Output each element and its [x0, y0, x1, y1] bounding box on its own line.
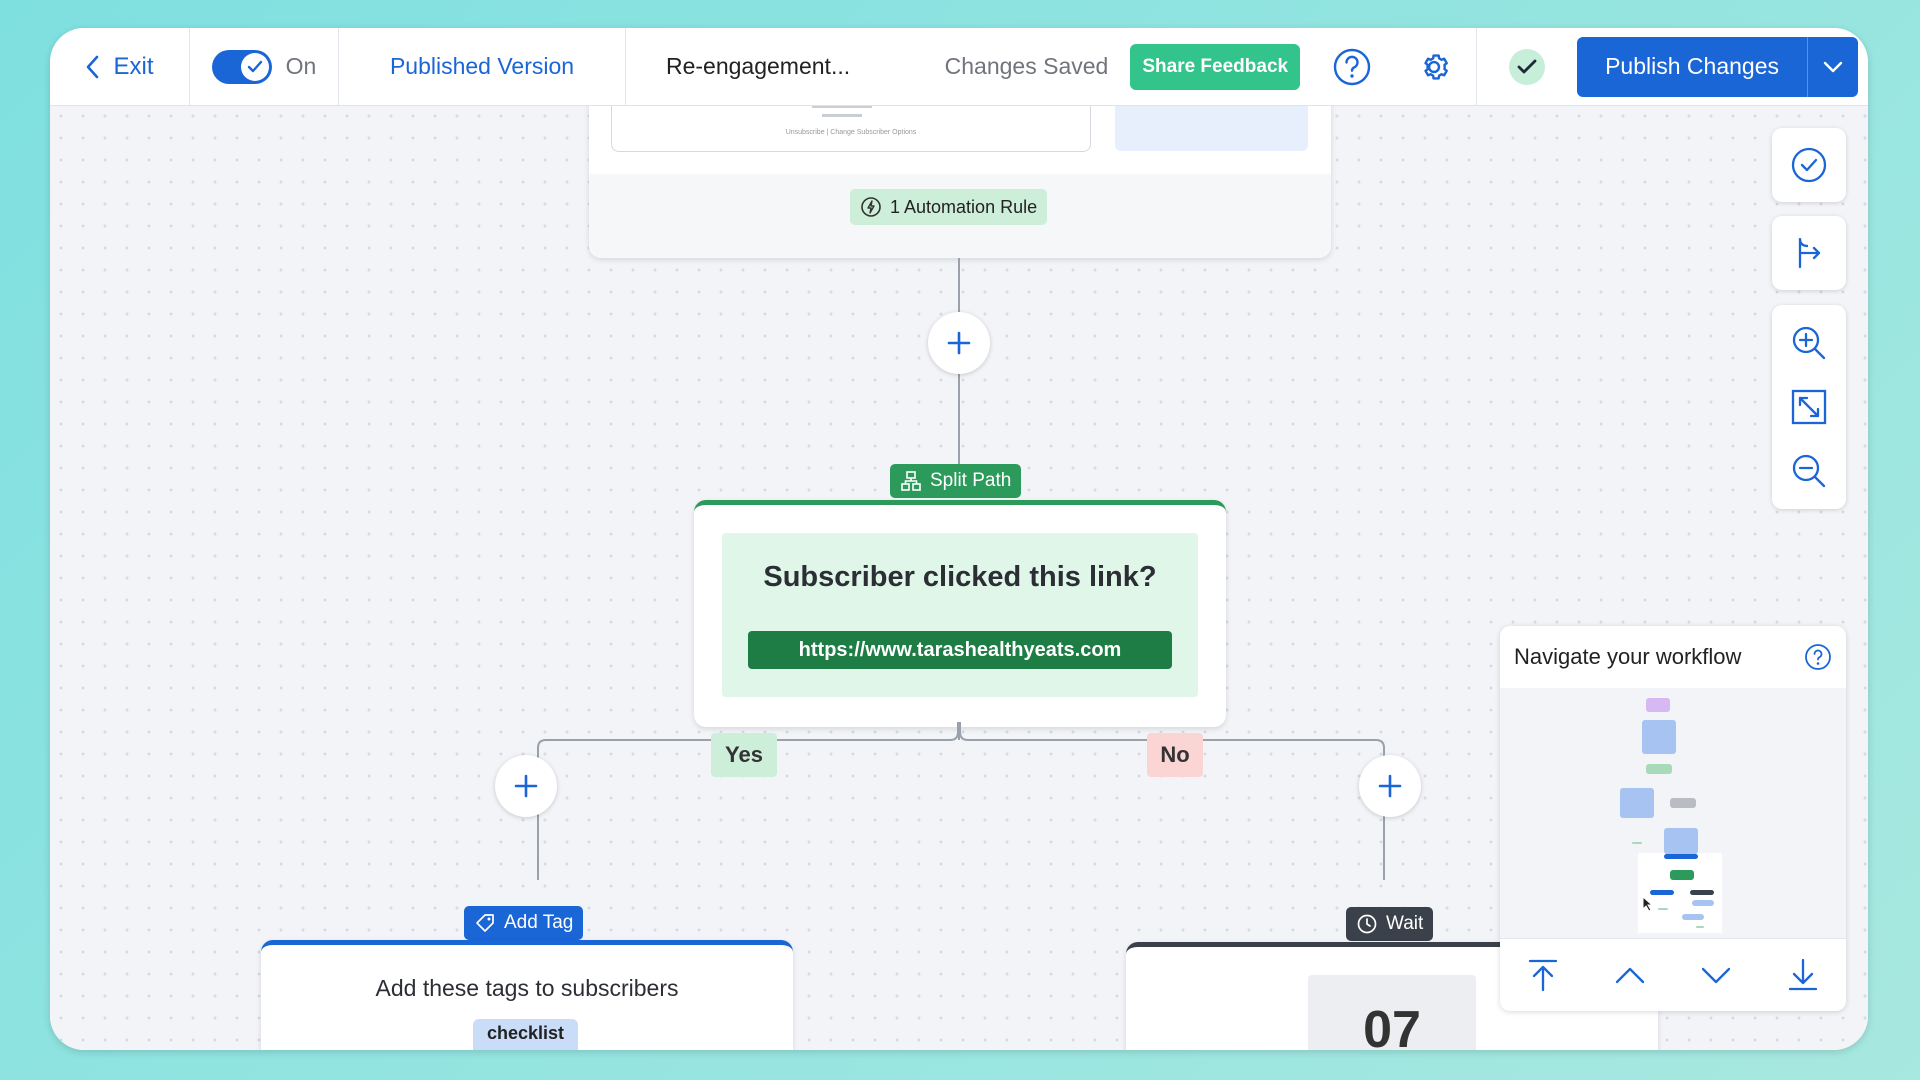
- zoom-toolgroup: [1772, 305, 1846, 509]
- plus-icon: [947, 331, 971, 355]
- add-tag-label: Add Tag: [504, 912, 574, 933]
- wait-value: 07: [1363, 1001, 1421, 1050]
- publish-changes-group: Publish Changes: [1577, 36, 1858, 97]
- validation-check: [1509, 48, 1546, 85]
- preview-line: [822, 114, 862, 117]
- publish-changes-button[interactable]: Publish Changes: [1577, 36, 1808, 97]
- split-path-icon: [901, 471, 921, 491]
- validation-status: [1476, 28, 1577, 105]
- minimap-node: [1696, 926, 1704, 928]
- email-footer-text: Unsubscribe | Change Subscriber Options: [785, 129, 917, 136]
- branch-icon: [1798, 237, 1821, 269]
- chevron-down-icon[interactable]: [1699, 958, 1733, 992]
- minimap-node: [1690, 890, 1714, 895]
- add-tag-badge: Add Tag: [464, 906, 584, 940]
- branch-connector: [537, 722, 1385, 880]
- navigator-header: Navigate your workflow: [1500, 626, 1846, 689]
- published-version-link[interactable]: Published Version: [339, 28, 626, 105]
- navigator-controls: [1500, 938, 1846, 1011]
- plus-icon: [1378, 774, 1402, 798]
- add-tag-title: Add these tags to subscribers: [375, 975, 679, 1001]
- navigator-title: Navigate your workflow: [1514, 644, 1742, 669]
- wait-badge: Wait: [1346, 907, 1434, 941]
- split-path-node[interactable]: Subscriber clicked this link? https://ww…: [694, 500, 1226, 727]
- yes-branch-label: Yes: [711, 733, 777, 777]
- help-icon[interactable]: [1804, 643, 1832, 671]
- chevron-left-icon: [87, 55, 99, 78]
- minimap-node: [1650, 890, 1674, 895]
- app-window: Exit On Published Version Re-engagement.…: [50, 28, 1868, 1050]
- share-feedback-button[interactable]: Share Feedback: [1130, 43, 1301, 90]
- minimap-node: [1658, 908, 1668, 910]
- minimap-node: [1664, 854, 1698, 859]
- save-status: Changes Saved: [944, 53, 1109, 79]
- minimap-node: [1682, 914, 1704, 920]
- email-node[interactable]: Unsubscribe | Change Subscriber Options …: [589, 85, 1331, 258]
- minimap-node: [1664, 828, 1698, 854]
- workflow-title[interactable]: Re-engagement...: [626, 28, 850, 105]
- scroll-to-top-icon[interactable]: [1526, 958, 1560, 992]
- no-branch-label: No: [1147, 733, 1203, 777]
- zoom-in-icon: [1792, 326, 1826, 360]
- workflow-navigator: Navigate your workflow: [1500, 626, 1846, 1011]
- validate-toolgroup: [1772, 128, 1846, 202]
- tag-icon: [476, 914, 494, 932]
- fit-to-screen-button[interactable]: [1772, 375, 1846, 439]
- navigator-minimap[interactable]: [1500, 688, 1846, 938]
- chevron-down-icon: [1823, 61, 1843, 72]
- plus-icon: [514, 774, 538, 798]
- workflow-canvas[interactable]: Unsubscribe | Change Subscriber Options …: [50, 85, 1868, 1050]
- split-path-badge: Split Path: [890, 464, 1022, 498]
- minimap-node: [1642, 720, 1676, 754]
- toggle-knob: [240, 52, 269, 81]
- top-bar: Exit On Published Version Re-engagement.…: [50, 28, 1868, 106]
- tag-chip: checklist: [473, 1019, 579, 1050]
- minimap-node: [1620, 788, 1654, 818]
- split-path-label: Split Path: [930, 470, 1012, 491]
- split-question: Subscriber clicked this link?: [763, 561, 1157, 593]
- branch-layout-button[interactable]: [1772, 216, 1846, 290]
- exit-label: Exit: [113, 52, 154, 80]
- minimap-node: [1692, 900, 1714, 906]
- gear-icon: [1424, 53, 1449, 80]
- check-circle-icon: [1791, 147, 1827, 183]
- add-step-yes-button[interactable]: [495, 755, 557, 817]
- automation-rule-label: 1 Automation Rule: [890, 196, 1038, 217]
- automation-rule-badge[interactable]: 1 Automation Rule: [850, 189, 1048, 225]
- validate-button[interactable]: [1772, 128, 1846, 202]
- publish-options-button[interactable]: [1808, 37, 1858, 97]
- minimap-node: [1646, 764, 1672, 774]
- status-toggle[interactable]: [211, 49, 272, 84]
- check-icon: [247, 60, 262, 72]
- help-icon: [1333, 48, 1371, 85]
- scroll-to-bottom-icon[interactable]: [1786, 958, 1820, 992]
- expand-icon: [1791, 389, 1827, 425]
- clock-icon: [1357, 914, 1377, 934]
- settings-button[interactable]: [1414, 47, 1454, 87]
- exit-button[interactable]: Exit: [50, 28, 190, 105]
- split-condition-box: Subscriber clicked this link? https://ww…: [722, 533, 1198, 697]
- add-step-button[interactable]: [928, 312, 990, 374]
- add-step-no-button[interactable]: [1359, 755, 1421, 817]
- status-toggle-section: On: [190, 28, 339, 105]
- lightning-icon: [861, 197, 881, 217]
- zoom-out-button[interactable]: [1772, 439, 1846, 503]
- chevron-up-icon[interactable]: [1613, 958, 1647, 992]
- minimap-node: [1632, 842, 1642, 844]
- minimap-node: [1670, 870, 1694, 880]
- branch-toolgroup: [1772, 216, 1846, 290]
- minimap-node: [1646, 698, 1670, 712]
- minimap-node: [1670, 798, 1696, 808]
- help-button[interactable]: [1332, 47, 1372, 87]
- cursor-icon: [1642, 896, 1654, 912]
- wait-label: Wait: [1386, 913, 1424, 934]
- toggle-label: On: [285, 53, 317, 79]
- check-icon: [1517, 59, 1537, 73]
- split-link[interactable]: https://www.tarashealthyeats.com: [748, 631, 1172, 669]
- add-tag-node[interactable]: Add these tags to subscribers checklist: [261, 940, 793, 1050]
- wait-value-box: 07: [1308, 975, 1476, 1050]
- zoom-in-button[interactable]: [1772, 311, 1846, 375]
- zoom-out-icon: [1792, 454, 1826, 488]
